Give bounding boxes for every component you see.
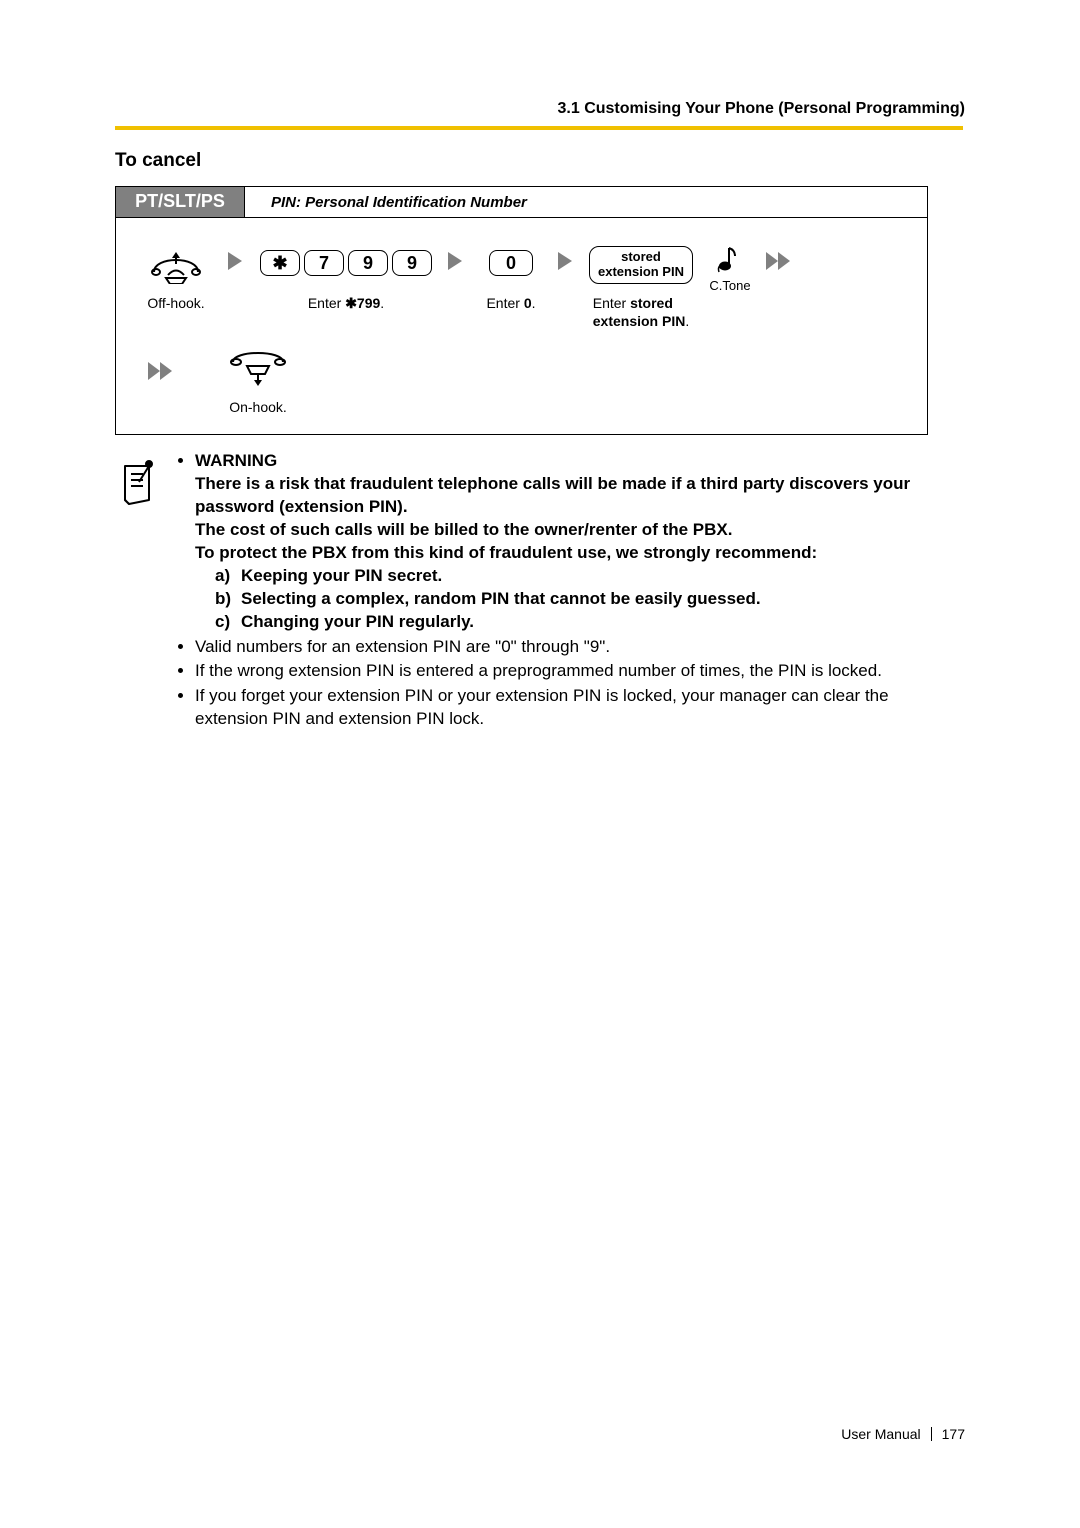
warning-text-3: To protect the PBX from this kind of fra… [195, 543, 817, 562]
note-bullet: If you forget your extension PIN or your… [195, 685, 963, 731]
stored-pin-box: stored extension PIN [589, 246, 693, 284]
key-7: 7 [304, 250, 344, 276]
arrow-icon [448, 252, 464, 270]
tone-icon [715, 242, 745, 276]
double-arrow-icon [148, 362, 176, 380]
diagram-tab: PT/SLT/PS [116, 187, 245, 217]
note-bullet: Valid numbers for an extension PIN are "… [195, 636, 963, 659]
step-caption-enter799: Enter ✱799. [308, 294, 384, 312]
procedure-diagram: PT/SLT/PS PIN: Personal Identification N… [115, 186, 928, 435]
offhook-icon [148, 242, 204, 284]
step-caption-enter0: Enter 0. [486, 294, 535, 312]
step-caption-onhook: On-hook. [229, 398, 287, 416]
note-icon [115, 456, 161, 508]
key-9: 9 [348, 250, 388, 276]
warning-text-1: There is a risk that fraudulent telephon… [195, 474, 910, 516]
ctone-label: C.Tone [709, 278, 750, 293]
page-footer: User Manual 177 [841, 1426, 965, 1442]
footer-label: User Manual [841, 1426, 920, 1442]
breadcrumb: 3.1 Customising Your Phone (Personal Pro… [558, 100, 965, 118]
footer-page-number: 177 [942, 1426, 965, 1442]
notes-body: WARNING There is a risk that fraudulent … [175, 450, 963, 733]
step-caption-offhook: Off-hook. [147, 294, 204, 312]
step-caption-enter-stored: Enter stored extension PIN. [593, 294, 689, 330]
key-9: 9 [392, 250, 432, 276]
warning-heading: WARNING [195, 451, 277, 470]
recommendation-c: Changing your PIN regularly. [241, 611, 474, 634]
key-0: 0 [489, 250, 533, 276]
arrow-icon [228, 252, 244, 270]
double-arrow-icon [766, 252, 794, 270]
warning-text-2: The cost of such calls will be billed to… [195, 520, 732, 539]
key-star: ✱ [260, 250, 300, 276]
note-bullet: If the wrong extension PIN is entered a … [195, 660, 963, 683]
header-divider [115, 126, 963, 130]
onhook-icon [227, 348, 289, 388]
recommendation-a: Keeping your PIN secret. [241, 565, 442, 588]
section-title: To cancel [115, 150, 201, 172]
arrow-icon [558, 252, 574, 270]
diagram-subtitle: PIN: Personal Identification Number [245, 187, 527, 217]
recommendation-b: Selecting a complex, random PIN that can… [241, 588, 761, 611]
